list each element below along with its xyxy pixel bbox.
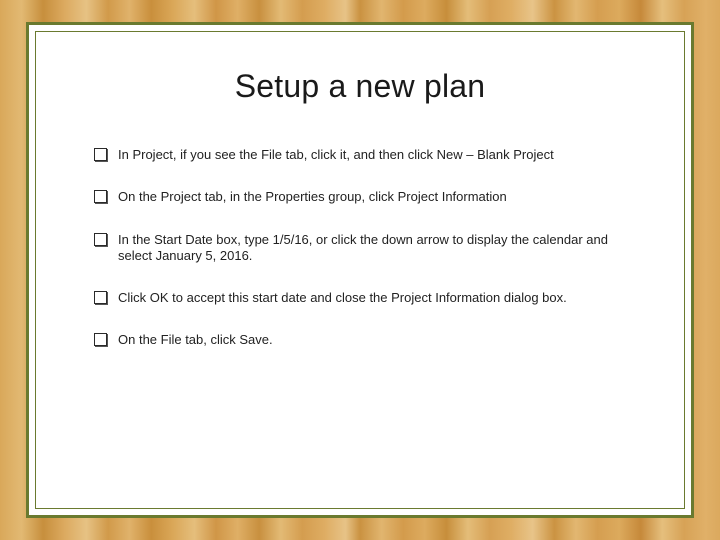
slide-inner-frame: Setup a new plan In Project, if you see … (35, 31, 685, 509)
bullet-text: In Project, if you see the File tab, cli… (118, 147, 554, 162)
bullet-text: Click OK to accept this start date and c… (118, 290, 567, 305)
list-item: On the Project tab, in the Properties gr… (92, 189, 628, 205)
list-item: Click OK to accept this start date and c… (92, 290, 628, 306)
bullet-text: On the Project tab, in the Properties gr… (118, 189, 507, 204)
slide-outer-frame: Setup a new plan In Project, if you see … (26, 22, 694, 518)
bullet-text: In the Start Date box, type 1/5/16, or c… (118, 232, 608, 263)
list-item: In Project, if you see the File tab, cli… (92, 147, 628, 163)
list-item: In the Start Date box, type 1/5/16, or c… (92, 232, 628, 265)
bullet-list: In Project, if you see the File tab, cli… (92, 147, 628, 349)
slide-title: Setup a new plan (92, 68, 628, 105)
bullet-text: On the File tab, click Save. (118, 332, 273, 347)
list-item: On the File tab, click Save. (92, 332, 628, 348)
